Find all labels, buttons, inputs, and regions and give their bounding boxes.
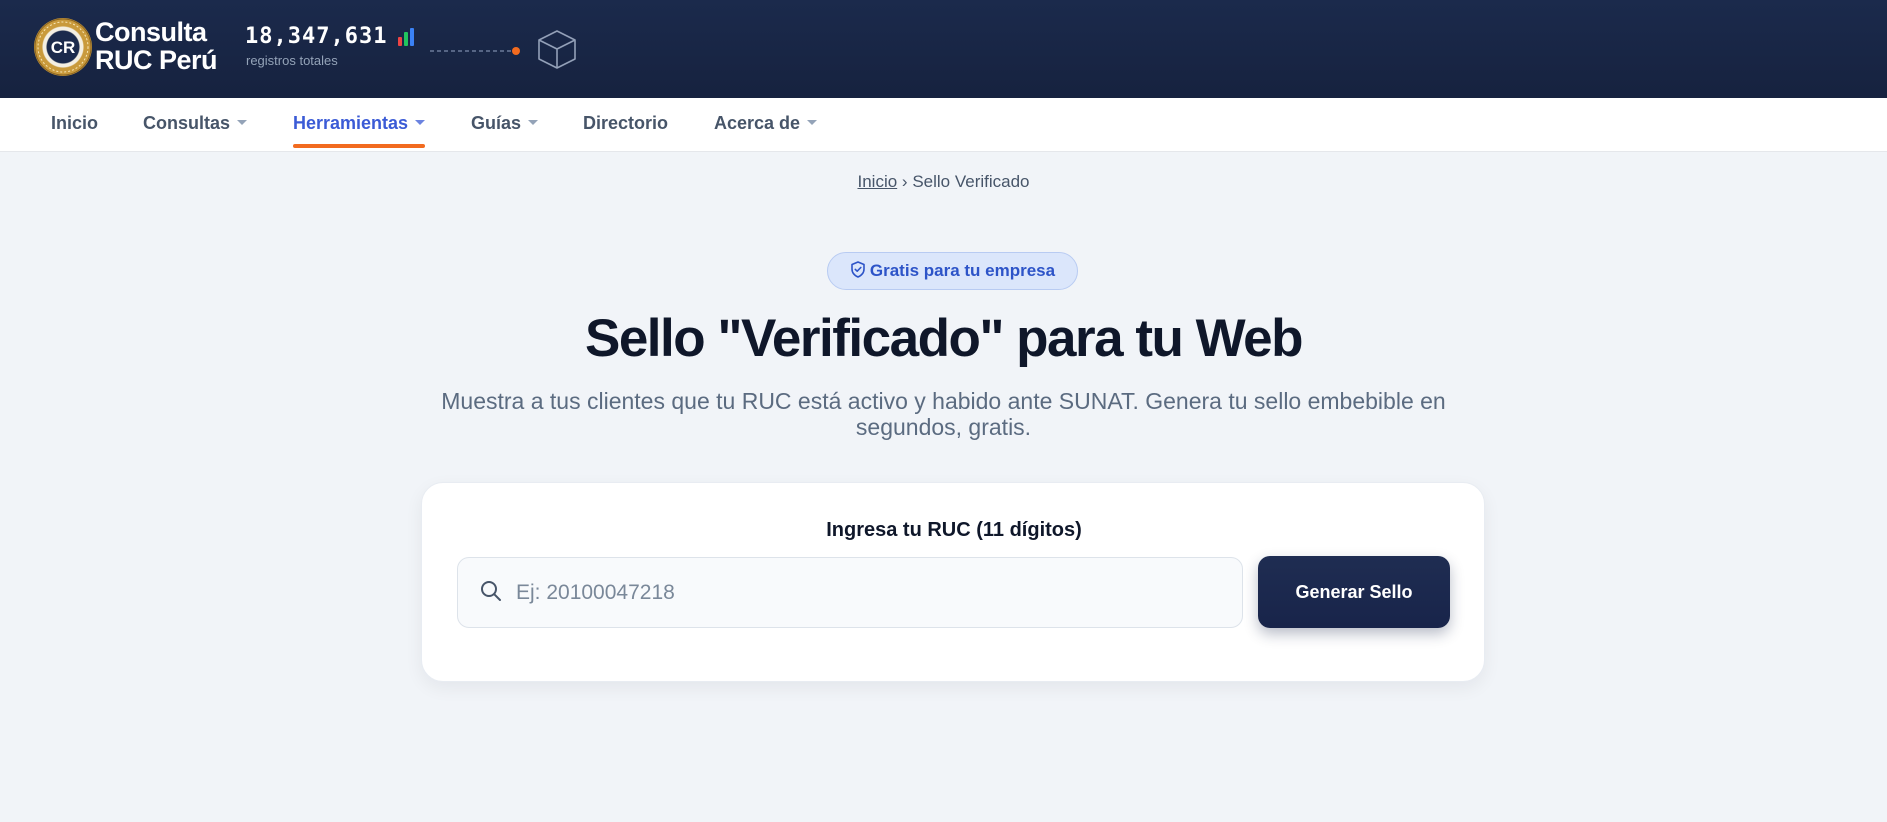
sparkline-icon — [430, 47, 520, 55]
page-subtitle: Muestra a tus clientes que tu RUC está a… — [441, 388, 1446, 440]
cube-icon — [538, 30, 576, 69]
shield-check-icon — [851, 261, 865, 278]
top-header: CR Consulta RUC Perú 18,347,631 registro… — [0, 0, 1887, 98]
brand-line-2: RUC Perú — [95, 45, 218, 75]
svg-text:CR: CR — [51, 38, 76, 57]
ruc-input-container[interactable] — [457, 557, 1243, 628]
page-title: Sello "Verificado" para tu Web — [584, 309, 1304, 368]
chevron-down-icon — [528, 119, 539, 125]
nav-item-consultas[interactable]: Consultas — [143, 98, 248, 152]
badge-label: Gratis para tu empresa — [869, 261, 1056, 280]
breadcrumb-separator: › — [901, 172, 908, 191]
breadcrumb-home-link[interactable]: Inicio — [857, 172, 897, 191]
chevron-down-icon — [237, 119, 248, 125]
brand-line-1: Consulta — [95, 17, 207, 47]
breadcrumb: Inicio › Sello Verificado — [0, 172, 1887, 192]
chevron-down-icon — [807, 119, 818, 125]
nav-item-guias[interactable]: Guías — [471, 98, 539, 152]
free-badge: Gratis para tu empresa — [827, 252, 1078, 290]
nav-item-herramientas[interactable]: Herramientas — [293, 98, 426, 152]
ruc-input-label: Ingresa tu RUC (11 dígitos) — [826, 519, 1082, 541]
bar-chart-icon — [398, 28, 418, 46]
nav-item-inicio[interactable]: Inicio — [51, 98, 98, 152]
ruc-input[interactable] — [516, 558, 1226, 627]
generate-seal-button[interactable]: Generar Sello — [1258, 556, 1450, 628]
chevron-down-icon — [415, 119, 426, 125]
ruc-form-card: Ingresa tu RUC (11 dígitos) Generar Sell… — [421, 482, 1485, 682]
nav-item-directorio[interactable]: Directorio — [583, 98, 668, 152]
records-count: 18,347,631 — [245, 24, 388, 49]
brand-name[interactable]: Consulta RUC Perú — [95, 17, 218, 75]
company-seal-icon[interactable]: CR — [34, 18, 92, 76]
search-icon — [481, 581, 501, 601]
main-nav: Inicio Consultas Herramientas Guías Dire… — [0, 98, 1887, 152]
nav-item-acerca-de[interactable]: Acerca de — [714, 98, 818, 152]
records-label: registros totales — [246, 53, 338, 68]
breadcrumb-current: Sello Verificado — [912, 172, 1030, 191]
